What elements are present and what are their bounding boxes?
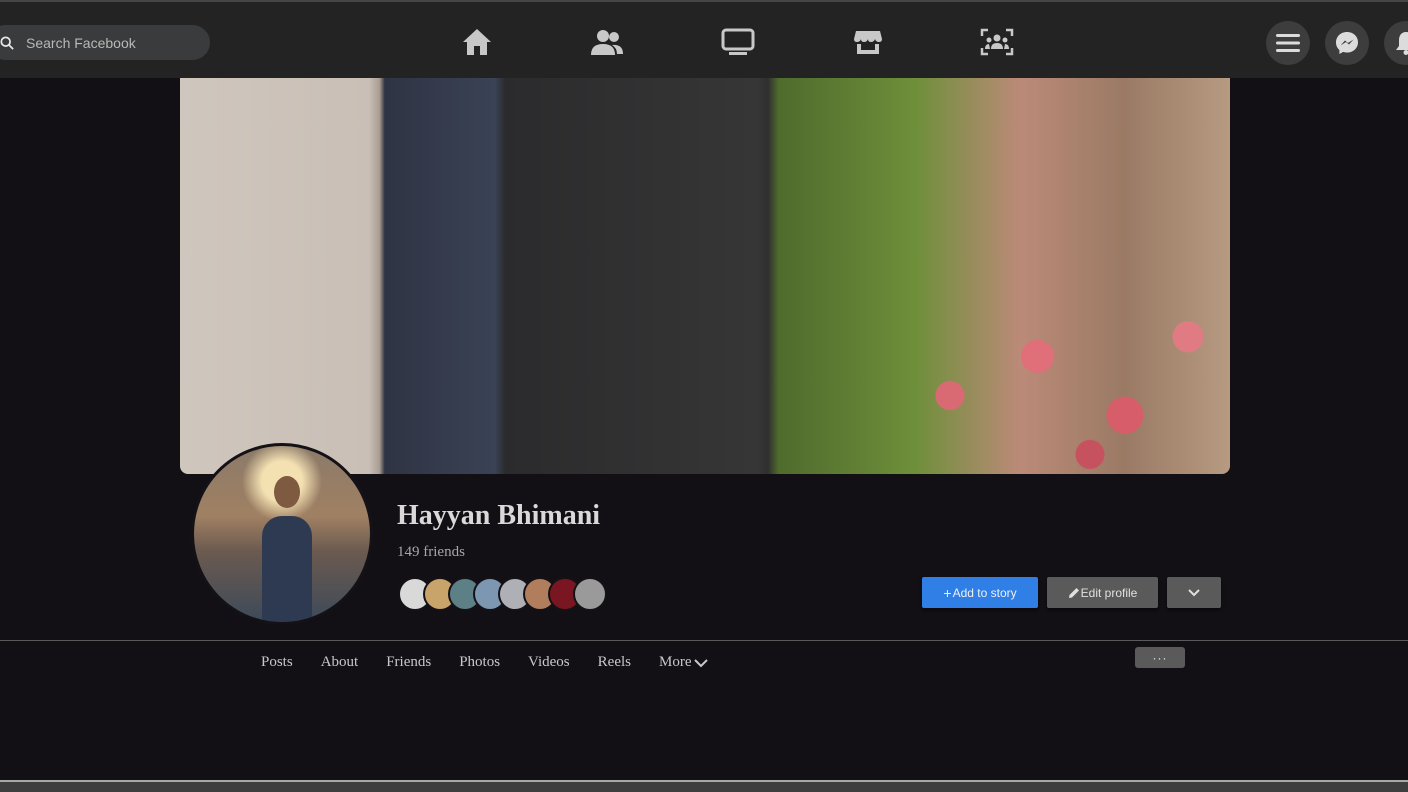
tab-videos[interactable]: Videos — [528, 654, 570, 671]
search-input[interactable] — [26, 34, 186, 51]
messenger-icon — [1336, 32, 1358, 54]
pencil-icon — [1068, 587, 1079, 598]
search-icon — [0, 35, 14, 50]
messenger-button[interactable] — [1325, 21, 1369, 65]
friend-avatars — [398, 577, 607, 611]
marketplace-icon[interactable] — [848, 24, 888, 60]
add-to-story-label: Add to story — [952, 585, 1017, 600]
search-box[interactable] — [0, 25, 210, 60]
groups-icon[interactable] — [977, 24, 1017, 60]
window-bottom-edge — [0, 780, 1408, 792]
profile-picture[interactable] — [191, 443, 373, 625]
notifications-button[interactable] — [1384, 21, 1408, 65]
profile-tabs: Posts About Friends Photos Videos Reels … — [261, 654, 736, 671]
tab-more[interactable]: More — [659, 654, 709, 671]
profile-divider — [0, 640, 1408, 641]
tab-reels[interactable]: Reels — [598, 654, 631, 671]
menu-icon — [1276, 34, 1300, 52]
more-options-button[interactable]: ··· — [1135, 647, 1185, 668]
friend-avatar[interactable] — [573, 577, 607, 611]
edit-profile-label: Edit profile — [1080, 585, 1138, 600]
avatar-head — [274, 476, 300, 508]
home-icon[interactable] — [457, 24, 497, 60]
friends-icon[interactable] — [587, 24, 627, 60]
cover-flowers — [880, 278, 1230, 474]
friends-count[interactable]: 149 friends — [397, 544, 465, 561]
tab-more-label: More — [658, 654, 692, 670]
chevron-down-icon — [1188, 588, 1200, 596]
cover-photo[interactable] — [180, 78, 1230, 474]
watch-icon[interactable] — [718, 24, 758, 60]
top-navigation-bar — [0, 0, 1408, 78]
tab-posts[interactable]: Posts — [261, 654, 293, 671]
profile-name: Hayyan Bhimani — [397, 500, 601, 531]
chevron-down-icon — [694, 658, 709, 667]
tab-photos[interactable]: Photos — [459, 654, 500, 671]
tab-friends[interactable]: Friends — [386, 654, 431, 671]
menu-button[interactable] — [1266, 21, 1310, 65]
avatar-body — [262, 516, 312, 622]
tab-about[interactable]: About — [321, 654, 359, 671]
profile-dropdown-button[interactable] — [1167, 577, 1221, 608]
plus-icon: + — [943, 584, 952, 601]
edit-profile-button[interactable]: Edit profile — [1047, 577, 1158, 608]
add-to-story-button[interactable]: + Add to story — [922, 577, 1038, 608]
notifications-icon — [1396, 32, 1408, 55]
